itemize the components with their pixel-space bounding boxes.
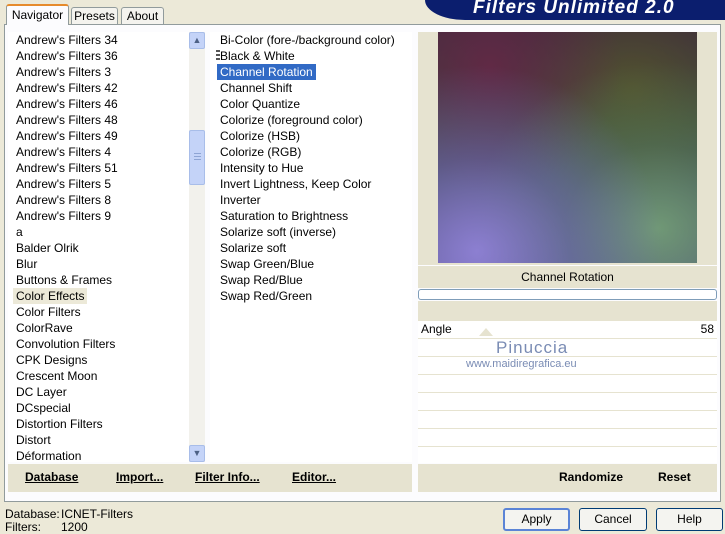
filter-list-item[interactable]: Bi-Color (fore-/background color) [217,32,398,48]
category-list-item[interactable]: Balder Olrik [13,240,82,256]
category-list-item[interactable]: Color Effects [13,288,88,304]
filter-list-item[interactable]: Swap Red/Blue [217,272,306,288]
filter-list-item[interactable]: Black & White [217,48,298,64]
filter-list-item[interactable]: Channel Shift [217,80,295,96]
category-list-item[interactable]: Andrew's Filters 48 [13,112,121,128]
category-list-item[interactable]: Distort [13,432,54,448]
category-list-item[interactable]: Color Filters [13,304,84,320]
left-command-bar: Database Import... Filter Info... Editor… [8,464,412,492]
filter-list-item[interactable]: Colorize (foreground color) [217,112,366,128]
category-list[interactable]: Andrew's Filters 34 Andrew's Filters 36 An… [8,32,189,462]
filter-list-item[interactable]: Colorize (RGB) [217,144,304,160]
filters-status-value: 1200 [61,520,88,534]
filter-list[interactable]: Bi-Color (fore-/background color) Black &… [210,32,412,462]
category-list-item[interactable]: DC Layer [13,384,70,400]
category-list-item[interactable]: Andrew's Filters 51 [13,160,121,176]
watermark-url: www.maidiregrafica.eu [466,358,577,370]
database-status: Database: ICNET-Filters [5,507,133,521]
filter-list-item[interactable]: Swap Red/Green [217,288,315,304]
app-title-banner: Filters Unlimited 2.0 [425,0,725,20]
filter-list-item[interactable]: Channel Rotation [217,64,316,80]
filter-list-item[interactable]: Saturation to Brightness [217,208,351,224]
category-list-item[interactable]: Andrew's Filters 49 [13,128,121,144]
filter-info-button[interactable]: Filter Info... [195,470,260,484]
category-list-item[interactable]: Crescent Moon [13,368,100,384]
filters-status-label: Filters: [5,520,41,534]
category-list-item[interactable]: Andrew's Filters 42 [13,80,121,96]
reset-button[interactable]: Reset [658,470,691,484]
category-list-item[interactable]: Andrew's Filters 8 [13,192,114,208]
database-status-label: Database: [5,507,60,521]
progress-bar [418,289,717,300]
database-status-value: ICNET-Filters [61,507,133,521]
filter-list-item[interactable]: Solarize soft (inverse) [217,224,339,240]
category-list-item[interactable]: Buttons & Frames [13,272,115,288]
filter-list-item[interactable]: Invert Lightness, Keep Color [217,176,374,192]
category-list-item[interactable]: Andrew's Filters 34 [13,32,121,48]
category-list-item[interactable]: Blur [13,256,40,272]
category-list-item[interactable]: DCspecial [13,400,74,416]
tab-navigator[interactable]: Navigator [6,4,69,25]
apply-button[interactable]: Apply [503,508,570,531]
tab-about[interactable]: About [121,7,164,24]
filter-list-item[interactable]: Swap Green/Blue [217,256,317,272]
angle-value[interactable]: 58 [680,322,714,336]
category-list-item[interactable]: CPK Designs [13,352,90,368]
watermark-name: Pinuccia [496,338,569,357]
scroll-up-arrow-icon[interactable]: ▲ [189,32,205,49]
category-list-item[interactable]: Andrew's Filters 5 [13,176,114,192]
scrollbar-thumb[interactable] [189,130,205,185]
filter-list-item[interactable]: Intensity to Hue [217,160,306,176]
database-button[interactable]: Database [25,470,78,484]
category-list-item[interactable]: Distortion Filters [13,416,106,432]
category-scrollbar[interactable]: ▲ ▼ [189,32,205,462]
category-list-item[interactable]: Andrew's Filters 4 [13,144,114,160]
filter-list-item[interactable]: Color Quantize [217,96,303,112]
import-button[interactable]: Import... [116,470,163,484]
control-header [418,301,717,321]
filter-list-item[interactable]: Colorize (HSB) [217,128,303,144]
category-list-item[interactable]: Andrew's Filters 46 [13,96,121,112]
randomize-button[interactable]: Randomize [559,470,623,484]
filters-status: Filters: 1200 [5,520,88,534]
filter-list-item[interactable]: Inverter [217,192,264,208]
category-list-item[interactable]: Andrew's Filters 36 [13,48,121,64]
category-list-item[interactable]: Convolution Filters [13,336,118,352]
angle-slider-thumb[interactable] [479,328,493,336]
category-list-item[interactable]: Déformation [13,448,84,462]
app-title: Filters Unlimited 2.0 [473,0,675,18]
help-button[interactable]: Help [656,508,723,531]
category-list-item[interactable]: a [13,224,26,240]
preview-filter-name: Channel Rotation [418,266,717,288]
cancel-button[interactable]: Cancel [579,508,647,531]
editor-button[interactable]: Editor... [292,470,336,484]
category-list-item[interactable]: ColorRave [13,320,76,336]
preview-image [438,32,697,263]
tab-presets[interactable]: Presets [71,7,118,24]
angle-label: Angle [421,322,452,336]
scroll-down-arrow-icon[interactable]: ▼ [189,445,205,462]
filter-list-item[interactable]: Solarize soft [217,240,289,256]
category-list-item[interactable]: Andrew's Filters 3 [13,64,114,80]
right-command-bar: Randomize Reset [418,464,717,492]
category-list-item[interactable]: Andrew's Filters 9 [13,208,114,224]
